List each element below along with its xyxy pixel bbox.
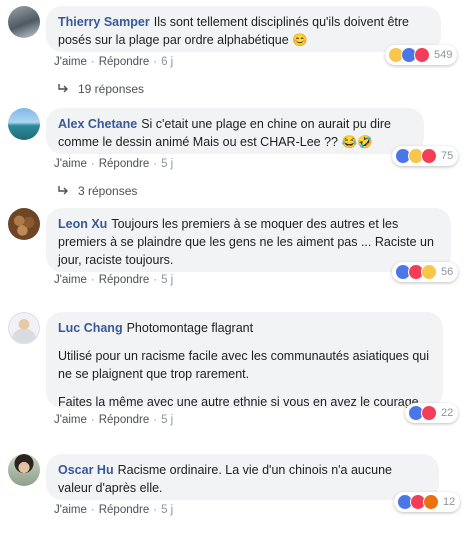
- reaction-summary[interactable]: 75: [392, 146, 459, 166]
- avatar[interactable]: [8, 208, 40, 240]
- reply-arrow-icon: [58, 186, 68, 195]
- view-replies-link[interactable]: 19 réponses: [58, 82, 144, 96]
- comment: Leon Xu Toujours les premiers à se moquer…: [0, 206, 468, 296]
- comment-bubble: Thierry Samper Ils sont tellement discipl…: [46, 6, 441, 52]
- comment-age[interactable]: 5 j: [161, 274, 173, 286]
- replies-count[interactable]: 3 réponses: [78, 184, 137, 198]
- avatar[interactable]: [8, 108, 40, 140]
- comment-age[interactable]: 5 j: [161, 158, 173, 170]
- angry-icon: [423, 494, 439, 510]
- like-link[interactable]: J'aime: [54, 504, 87, 516]
- reaction-count: 549: [434, 49, 453, 61]
- comment: Luc Chang Photomontage flagrant Utilisé p…: [0, 310, 468, 430]
- comment-age[interactable]: 5 j: [161, 414, 173, 426]
- reply-link[interactable]: Répondre: [99, 414, 150, 426]
- comment-actions: J'aime · Répondre · 5 j: [54, 274, 174, 286]
- comment: Thierry Samper Ils sont tellement discipl…: [0, 0, 468, 100]
- comment-actions: J'aime · Répondre · 5 j: [54, 414, 174, 426]
- haha-icon: [421, 264, 437, 280]
- reaction-count: 22: [441, 407, 454, 419]
- like-link[interactable]: J'aime: [54, 274, 87, 286]
- love-icon: [421, 405, 437, 421]
- reply-link[interactable]: Répondre: [99, 504, 150, 516]
- comment-text: Toujours les premiers à se moquer des au…: [58, 217, 438, 267]
- reaction-summary[interactable]: 22: [405, 403, 459, 423]
- comment-author[interactable]: Alex Chetane: [58, 117, 137, 131]
- reply-link[interactable]: Répondre: [99, 158, 150, 170]
- comment-age[interactable]: 6 j: [161, 56, 173, 68]
- view-replies-link[interactable]: 3 réponses: [58, 184, 137, 198]
- comment-actions: J'aime · Répondre · 5 j: [54, 158, 174, 170]
- comment-author[interactable]: Thierry Samper: [58, 15, 150, 29]
- comment-text: Faites la même avec une autre ethnie si …: [58, 395, 419, 409]
- reply-link[interactable]: Répondre: [99, 56, 150, 68]
- reaction-summary[interactable]: 56: [392, 262, 459, 282]
- avatar[interactable]: [8, 6, 40, 38]
- comment-actions: J'aime · Répondre · 6 j: [54, 56, 174, 68]
- like-link[interactable]: J'aime: [54, 414, 87, 426]
- like-link[interactable]: J'aime: [54, 158, 87, 170]
- comment: Alex Chetane Si c'etait une plage en chin…: [0, 104, 468, 200]
- avatar[interactable]: [8, 454, 40, 486]
- comment-author[interactable]: Luc Chang: [58, 321, 123, 335]
- comment-bubble: Luc Chang Photomontage flagrant Utilisé p…: [46, 312, 443, 409]
- comment: Oscar Hu Racisme ordinaire. La vie d'un c…: [0, 448, 468, 548]
- comment-author[interactable]: Leon Xu: [58, 217, 107, 231]
- avatar[interactable]: [8, 312, 40, 344]
- comment-age[interactable]: 5 j: [161, 504, 173, 516]
- comment-text: Utilisé pour un racisme facile avec les …: [58, 349, 433, 381]
- comment-bubble: Leon Xu Toujours les premiers à se moquer…: [46, 208, 451, 272]
- comment-bubble: Alex Chetane Si c'etait une plage en chin…: [46, 108, 424, 154]
- comment-actions: J'aime · Répondre · 5 j: [54, 504, 174, 516]
- reply-link[interactable]: Répondre: [99, 274, 150, 286]
- reaction-count: 75: [441, 150, 454, 162]
- reaction-summary[interactable]: 12: [394, 492, 461, 512]
- replies-count[interactable]: 19 réponses: [78, 82, 144, 96]
- reply-arrow-icon: [58, 84, 68, 93]
- comment-author[interactable]: Oscar Hu: [58, 463, 114, 477]
- reaction-count: 56: [441, 266, 454, 278]
- comment-text: Photomontage flagrant: [126, 321, 254, 335]
- comment-bubble: Oscar Hu Racisme ordinaire. La vie d'un c…: [46, 454, 439, 500]
- love-icon: [414, 47, 430, 63]
- reaction-summary[interactable]: 549: [385, 45, 458, 65]
- reaction-count: 12: [443, 496, 456, 508]
- love-icon: [421, 148, 437, 164]
- like-link[interactable]: J'aime: [54, 56, 87, 68]
